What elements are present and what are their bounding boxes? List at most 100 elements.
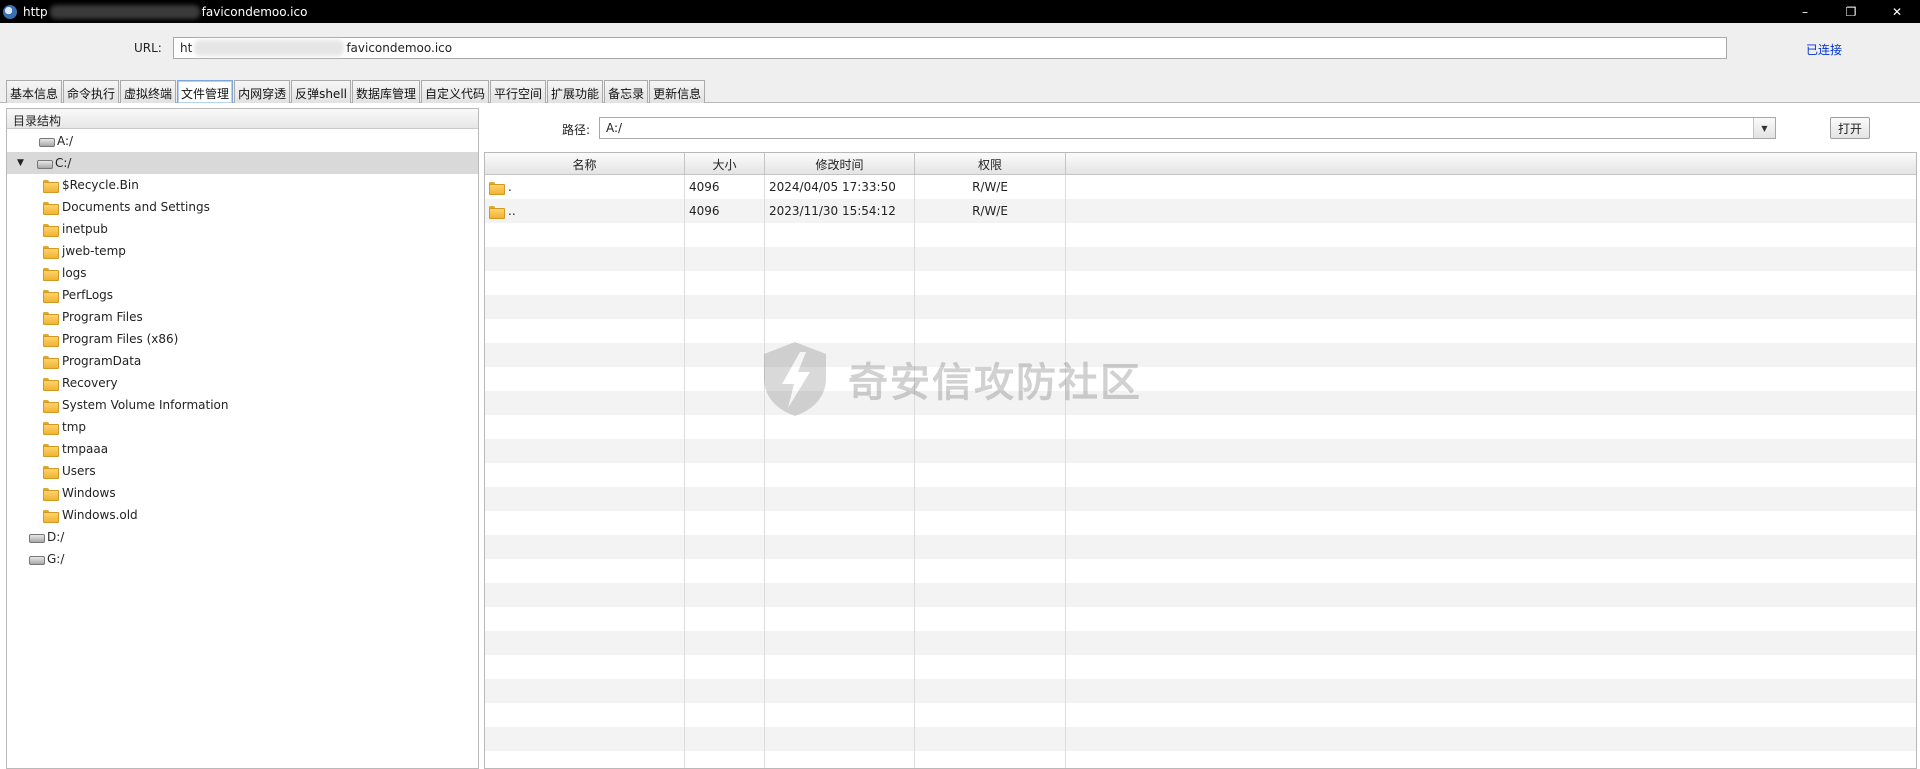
connection-status: 已连接	[1806, 43, 1843, 57]
folder-icon	[43, 245, 59, 259]
table-row	[485, 415, 1916, 439]
column-header-name[interactable]: 名称	[485, 153, 685, 175]
tree-folder-label: Windows.old	[62, 508, 138, 522]
folder-icon	[43, 267, 59, 281]
tree-folder-row[interactable]: Program Files (x86)	[7, 328, 478, 350]
directory-tree-panel: 目录结构 A:/ ▼ C:/ $Recycle.Bin Documents and Se…	[6, 108, 479, 769]
tab-2[interactable]: 虚拟终端	[120, 80, 177, 103]
cell-mtime: 2023/11/30 15:54:12	[769, 204, 896, 218]
tree-folder-row[interactable]: Program Files	[7, 306, 478, 328]
table-row	[485, 703, 1916, 727]
path-combobox[interactable]: A:/ ▼	[599, 117, 1776, 139]
table-row	[485, 247, 1916, 271]
cell-perm: R/W/E	[972, 180, 1008, 194]
redacted-region	[49, 4, 200, 19]
tree-folder-label: Recovery	[62, 376, 118, 390]
window-title-suffix: favicondemoo.ico	[201, 4, 308, 19]
cell-name: .	[489, 175, 512, 199]
tab-7[interactable]: 自定义代码	[421, 80, 490, 103]
url-field[interactable]: ht favicondemoo.ico	[173, 37, 1727, 59]
table-row	[485, 343, 1916, 367]
window-titlebar: http favicondemoo.ico – ❐ ✕	[0, 0, 1920, 23]
folder-icon	[43, 465, 59, 479]
tab-11[interactable]: 更新信息	[649, 80, 706, 103]
tree-folder-row[interactable]: Windows.old	[7, 504, 478, 526]
tab-1[interactable]: 命令执行	[63, 80, 120, 103]
minimize-button[interactable]: –	[1782, 0, 1828, 23]
tree-folder-row[interactable]: inetpub	[7, 218, 478, 240]
cell-name: ..	[489, 199, 516, 223]
table-row	[485, 391, 1916, 415]
table-row	[485, 295, 1916, 319]
tree-drive-row[interactable]: A:/	[7, 130, 478, 152]
close-button[interactable]: ✕	[1874, 0, 1920, 23]
app-logo-icon	[3, 4, 17, 19]
folder-icon	[43, 355, 59, 369]
tree-folder-row[interactable]: Windows	[7, 482, 478, 504]
tree-folder-row[interactable]: jweb-temp	[7, 240, 478, 262]
tree-folder-row[interactable]: $Recycle.Bin	[7, 174, 478, 196]
tree-folder-row[interactable]: Users	[7, 460, 478, 482]
table-row[interactable]: . 4096 2024/04/05 17:33:50 R/W/E	[485, 175, 1916, 199]
tree-folder-label: ProgramData	[62, 354, 142, 368]
file-table: . 4096 2024/04/05 17:33:50 R/W/E.. 4096 2023/…	[484, 152, 1917, 769]
table-row	[485, 511, 1916, 535]
tab-4[interactable]: 内网穿透	[234, 80, 291, 103]
tree-folder-row[interactable]: Recovery	[7, 372, 478, 394]
tree-folder-label: PerfLogs	[62, 288, 114, 302]
window-title-prefix: http	[23, 4, 48, 19]
tree-folder-label: jweb-temp	[62, 244, 126, 258]
tree-folder-row[interactable]: PerfLogs	[7, 284, 478, 306]
drive-icon	[29, 532, 45, 543]
table-row	[485, 535, 1916, 559]
tree-drive-label: D:/	[47, 530, 65, 544]
path-value: A:/	[606, 121, 623, 135]
tree-drive-row[interactable]: G:/	[7, 548, 478, 570]
table-row	[485, 655, 1916, 679]
table-row	[485, 463, 1916, 487]
tree-drive-label: C:/	[55, 156, 72, 170]
tree-drive-label: G:/	[47, 552, 65, 566]
tab-5[interactable]: 反弹shell	[291, 80, 351, 103]
tree-folder-label: Program Files (x86)	[62, 332, 179, 346]
table-row	[485, 487, 1916, 511]
tab-8[interactable]: 平行空间	[490, 80, 547, 103]
restore-button[interactable]: ❐	[1828, 0, 1874, 23]
tree-folder-label: tmp	[62, 420, 87, 434]
open-button[interactable]: 打开	[1830, 117, 1870, 139]
table-header: 名称 大小 修改时间 权限	[485, 153, 1916, 175]
tree-folder-label: Windows	[62, 486, 116, 500]
tab-0[interactable]: 基本信息	[6, 80, 63, 103]
tree-folder-row[interactable]: ProgramData	[7, 350, 478, 372]
table-row	[485, 631, 1916, 655]
tree-drive-label: A:/	[57, 134, 74, 148]
folder-icon	[43, 201, 59, 215]
folder-icon	[43, 399, 59, 413]
tab-10[interactable]: 备忘录	[604, 80, 649, 103]
tree-folder-row[interactable]: Documents and Settings	[7, 196, 478, 218]
folder-icon	[489, 205, 505, 219]
tree-folder-row[interactable]: tmp	[7, 416, 478, 438]
tree-folder-row[interactable]: logs	[7, 262, 478, 284]
chevron-down-icon[interactable]: ▼	[1753, 118, 1775, 138]
tree-drive-row[interactable]: D:/	[7, 526, 478, 548]
table-row	[485, 439, 1916, 463]
column-header-perm[interactable]: 权限	[915, 153, 1066, 175]
table-row	[485, 367, 1916, 391]
table-row[interactable]: .. 4096 2023/11/30 15:54:12 R/W/E	[485, 199, 1916, 223]
tree-folder-row[interactable]: tmpaaa	[7, 438, 478, 460]
tree-folder-row[interactable]: System Volume Information	[7, 394, 478, 416]
expand-triangle-icon[interactable]: ▼	[17, 158, 27, 168]
drive-icon	[29, 554, 45, 565]
folder-icon	[43, 179, 59, 193]
folder-icon	[489, 181, 505, 195]
path-label: 路径:	[562, 123, 591, 137]
column-header-mtime[interactable]: 修改时间	[765, 153, 915, 175]
column-header-size[interactable]: 大小	[685, 153, 765, 175]
tab-bar: 基本信息 命令执行 虚拟终端 文件管理 内网穿透 反弹shell 数据库管理 自定义代码 平行空…	[0, 73, 1920, 103]
tab-6[interactable]: 数据库管理	[352, 80, 421, 103]
tab-3[interactable]: 文件管理	[177, 80, 234, 103]
tab-9[interactable]: 扩展功能	[547, 80, 604, 103]
tree-folder-label: System Volume Information	[62, 398, 229, 412]
tree-drive-row[interactable]: ▼ C:/	[7, 152, 478, 174]
